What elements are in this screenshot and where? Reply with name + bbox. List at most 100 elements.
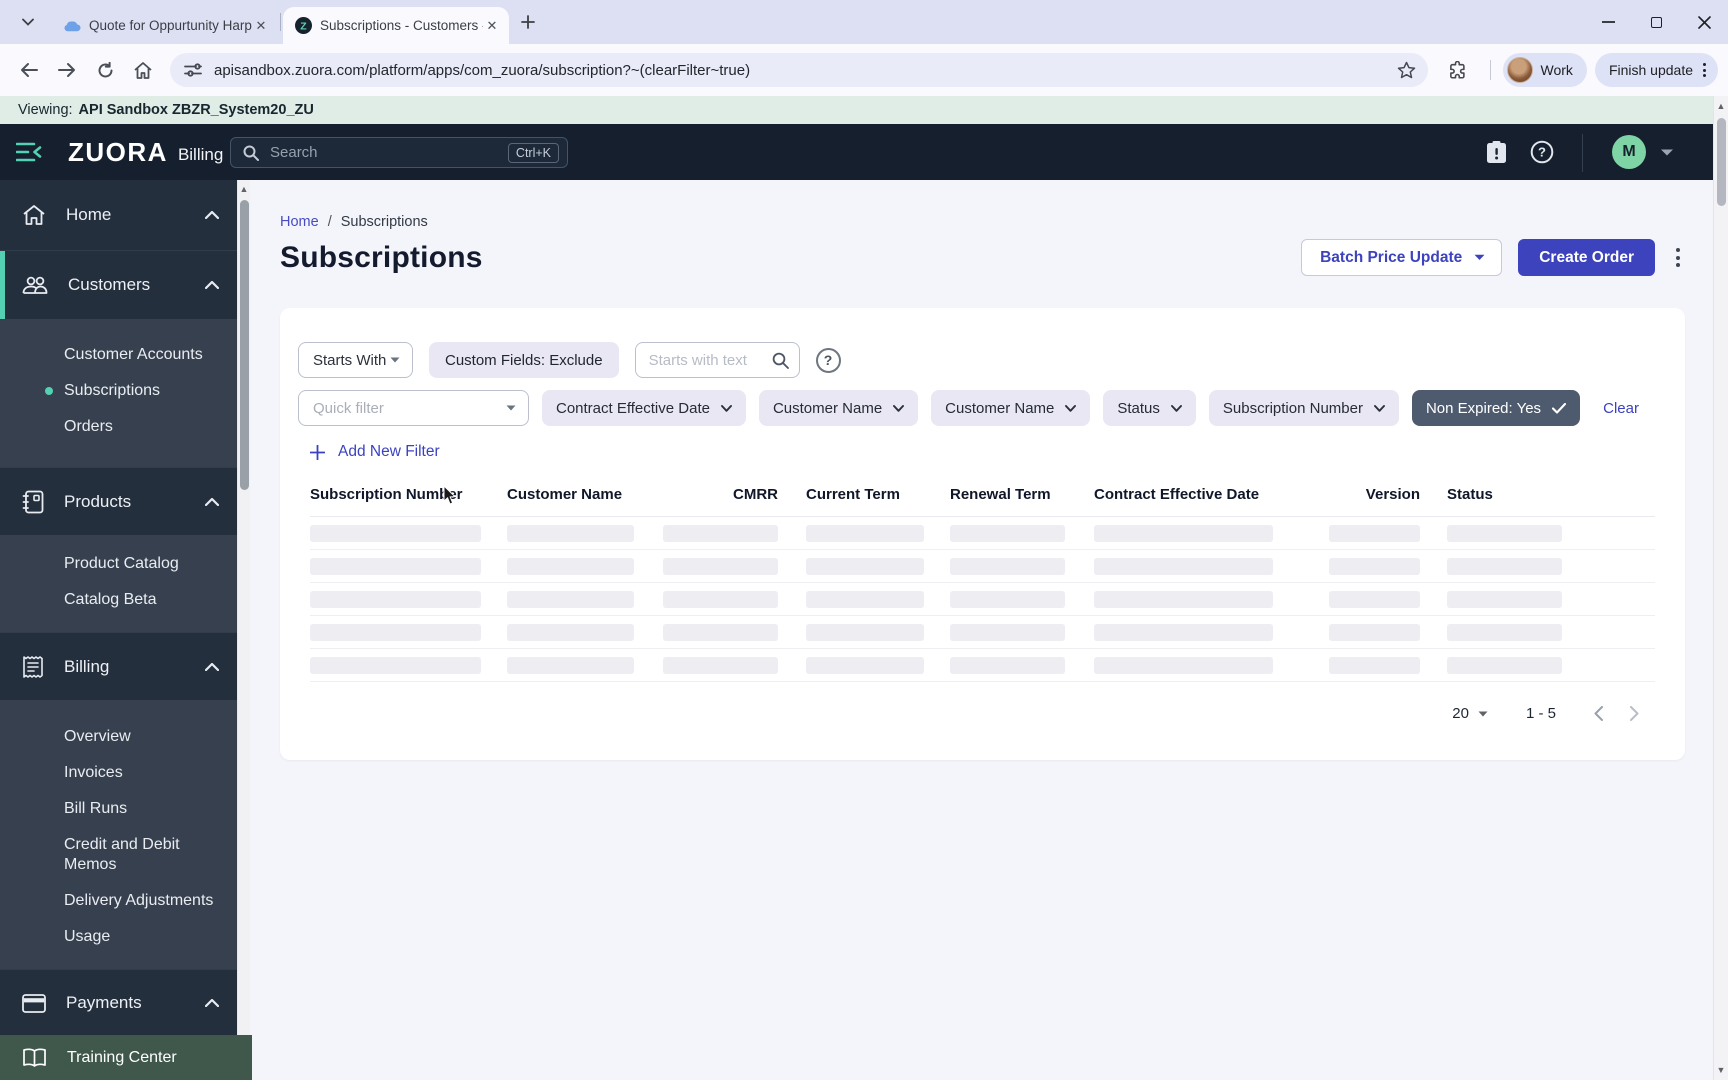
browser-tab-active[interactable]: Z Subscriptions - Customers - Zuo ✕ — [283, 7, 509, 44]
sidebar-item-billing[interactable]: Billing — [0, 632, 237, 700]
extensions-button[interactable] — [1440, 51, 1478, 89]
filter-chip-customer-name[interactable]: Customer Name — [758, 390, 919, 426]
forward-button[interactable] — [48, 51, 86, 89]
bookmark-star-icon[interactable] — [1397, 61, 1416, 79]
column-header-customer-name[interactable]: Customer Name — [507, 486, 663, 503]
clear-filters-link[interactable]: Clear — [1603, 400, 1639, 417]
column-header-status[interactable]: Status — [1447, 486, 1655, 503]
table-row-skeleton[interactable] — [310, 550, 1655, 583]
sidebar-item-payments[interactable]: Payments — [0, 969, 237, 1036]
sidebar-item-label: Products — [64, 491, 132, 511]
sidebar-item-label: Payments — [66, 993, 142, 1012]
window-restore-button[interactable] — [1632, 0, 1680, 44]
chevron-up-icon[interactable] — [205, 497, 219, 506]
next-page-icon[interactable] — [1630, 706, 1639, 721]
scroll-down-icon[interactable]: ▼ — [1714, 1065, 1728, 1075]
finish-update-label: Finish update — [1608, 62, 1693, 78]
create-order-button[interactable]: Create Order — [1518, 239, 1655, 276]
column-header-contract-effective-date[interactable]: Contract Effective Date — [1094, 486, 1329, 503]
zuora-logo: ZUORA — [68, 136, 168, 167]
search-icon[interactable] — [772, 352, 789, 369]
column-header-subscription-number[interactable]: Subscription Number — [310, 486, 507, 503]
site-settings-icon[interactable] — [184, 62, 202, 78]
filter-chip-status[interactable]: Status — [1103, 390, 1196, 426]
browser-menu-icon[interactable] — [1699, 63, 1710, 77]
chevron-up-icon[interactable] — [205, 281, 219, 289]
filter-chip-contract-effective-date[interactable]: Contract Effective Date — [542, 390, 746, 426]
account-menu-caret-icon[interactable] — [1660, 148, 1674, 157]
tab-search-button[interactable] — [14, 8, 42, 36]
browser-scrollbar[interactable]: ▲ ▼ — [1713, 96, 1728, 1080]
chevron-up-icon[interactable] — [205, 662, 219, 671]
window-minimize-button[interactable] — [1584, 0, 1632, 44]
url-bar[interactable]: apisandbox.zuora.com/platform/apps/com_z… — [170, 53, 1428, 87]
sidebar-item-catalog-beta[interactable]: Catalog Beta — [0, 582, 237, 618]
sidebar-item-home[interactable]: Home — [0, 180, 237, 250]
more-actions-button[interactable] — [1671, 242, 1685, 273]
scroll-up-icon[interactable]: ▲ — [238, 184, 250, 194]
sidebar-item-products[interactable]: Products — [0, 467, 237, 535]
custom-fields-chip[interactable]: Custom Fields: Exclude — [429, 342, 619, 378]
notifications-button[interactable] — [1484, 124, 1508, 180]
window-close-button[interactable] — [1680, 0, 1728, 44]
help-button[interactable]: ? — [1529, 124, 1555, 180]
sidebar-item-subscriptions[interactable]: Subscriptions — [0, 373, 237, 409]
back-button[interactable] — [10, 51, 48, 89]
sidebar-item-credit-and-debit-memos[interactable]: Credit and Debit Memos — [0, 827, 237, 883]
scroll-up-icon[interactable]: ▲ — [1714, 101, 1728, 111]
create-order-label: Create Order — [1539, 248, 1634, 266]
clipboard-alert-icon — [1486, 141, 1506, 163]
sidebar-item-usage[interactable]: Usage — [0, 919, 237, 955]
sidebar-item-customers[interactable]: Customers — [0, 250, 237, 319]
filter-chip-customer-name[interactable]: Customer Name — [931, 390, 1091, 426]
page-size-select[interactable]: 20 — [1452, 705, 1488, 722]
sidebar-item-bill-runs[interactable]: Bill Runs — [0, 791, 237, 827]
sidebar-item-delivery-adjustments[interactable]: Delivery Adjustments — [0, 883, 237, 919]
match-mode-select[interactable]: Starts With — [298, 342, 413, 378]
table-row-skeleton[interactable] — [310, 616, 1655, 649]
previous-page-icon[interactable] — [1594, 706, 1603, 721]
finish-update-button[interactable]: Finish update — [1594, 53, 1718, 87]
sidebar-item-training-center[interactable]: Training Center — [0, 1035, 252, 1080]
table-row-skeleton[interactable] — [310, 583, 1655, 616]
table-row-skeleton[interactable] — [310, 649, 1655, 682]
sidebar-collapse-icon[interactable] — [16, 142, 42, 162]
home-button[interactable] — [124, 51, 162, 89]
quick-filter-select[interactable]: Quick filter — [298, 390, 529, 426]
breadcrumb-home-link[interactable]: Home — [280, 214, 319, 230]
user-avatar[interactable]: M — [1612, 135, 1646, 169]
filter-chip-non-expired-active[interactable]: Non Expired: Yes — [1411, 390, 1581, 426]
browser-toolbar: apisandbox.zuora.com/platform/apps/com_z… — [0, 44, 1728, 96]
new-tab-button[interactable] — [521, 15, 535, 29]
tab-close-icon[interactable]: ✕ — [252, 17, 270, 35]
table-row-skeleton[interactable] — [310, 517, 1655, 550]
url-text[interactable]: apisandbox.zuora.com/platform/apps/com_z… — [214, 62, 1397, 79]
tab-close-icon[interactable]: ✕ — [483, 17, 501, 35]
browser-profile-button[interactable]: Work — [1502, 53, 1587, 87]
chevron-up-icon[interactable] — [205, 999, 219, 1007]
batch-price-update-button[interactable]: Batch Price Update — [1301, 239, 1503, 276]
breadcrumb: Home / Subscriptions — [280, 214, 1713, 230]
add-new-filter-button[interactable]: Add New Filter — [310, 443, 1665, 461]
filter-chip-subscription-number[interactable]: Subscription Number — [1208, 390, 1399, 426]
global-search-input[interactable]: Search Ctrl+K — [230, 137, 568, 168]
scrollbar-thumb[interactable] — [240, 200, 249, 490]
keyword-search-input[interactable]: Starts with text — [634, 342, 800, 378]
sidebar-item-orders[interactable]: Orders — [0, 409, 237, 445]
sidebar-item-product-catalog[interactable]: Product Catalog — [0, 546, 237, 582]
column-header-cmrr[interactable]: CMRR — [663, 486, 806, 503]
filter-help-icon[interactable]: ? — [815, 347, 841, 373]
sidebar-item-invoices[interactable]: Invoices — [0, 755, 237, 791]
payments-icon — [22, 993, 46, 1013]
reload-button[interactable] — [86, 51, 124, 89]
column-header-version[interactable]: Version — [1329, 486, 1447, 503]
chevron-up-icon[interactable] — [205, 211, 219, 219]
sidebar-item-overview[interactable]: Overview — [0, 719, 237, 755]
column-header-current-term[interactable]: Current Term — [806, 486, 950, 503]
column-header-renewal-term[interactable]: Renewal Term — [950, 486, 1094, 503]
sidebar-item-customer-accounts[interactable]: Customer Accounts — [0, 337, 237, 373]
minimize-icon — [1601, 21, 1615, 23]
content-scrollbar[interactable]: ▲ — [237, 180, 250, 1035]
browser-tab-inactive[interactable]: Quote for Oppurtunity Harper F ✕ — [52, 7, 278, 44]
scrollbar-thumb[interactable] — [1717, 118, 1726, 206]
